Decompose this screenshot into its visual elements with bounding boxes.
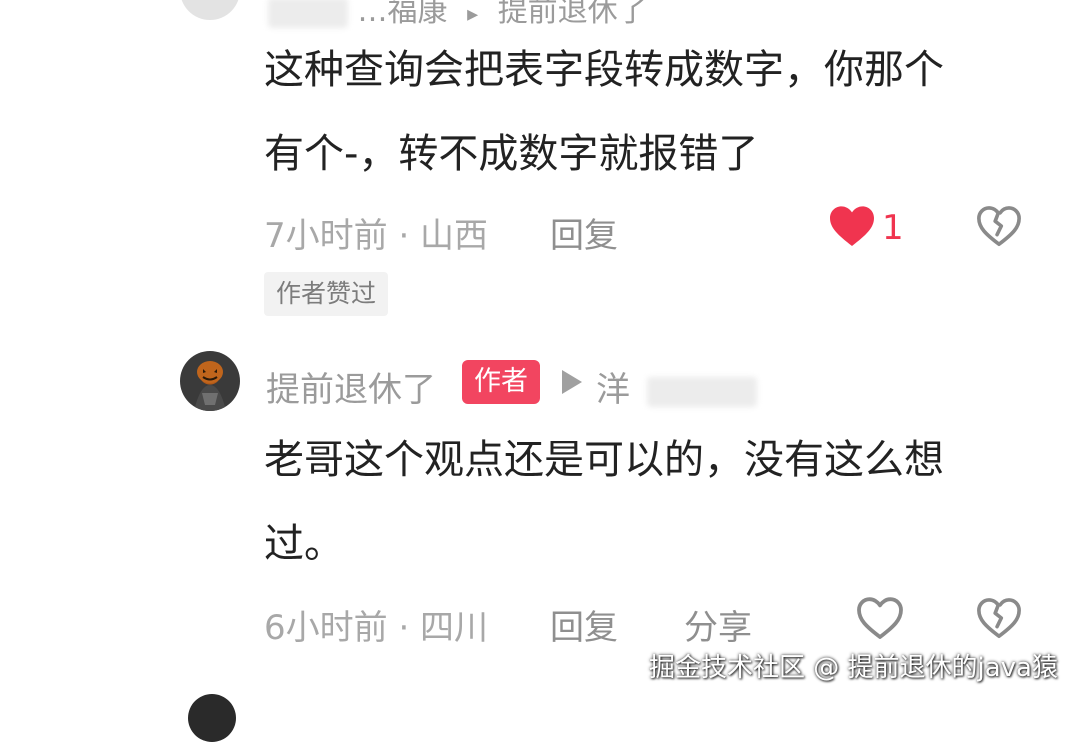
comment-text-line: 这种查询会把表字段转成数字，你那个: [264, 47, 944, 93]
heart-filled-icon: [830, 206, 874, 246]
broken-heart-icon: [977, 206, 1021, 247]
share-button[interactable]: 分享: [684, 600, 752, 649]
dislike-button[interactable]: [976, 596, 1022, 640]
comment-time-location: 7小时前 · 山西: [264, 216, 489, 256]
reply-arrow-icon: ▸: [467, 2, 479, 27]
author-avatar[interactable]: [180, 351, 240, 411]
comment-text-line: 有个-，转不成数字就报错了: [264, 131, 759, 177]
author-tag-badge: 作者: [462, 360, 540, 404]
commenter-avatar[interactable]: [180, 0, 240, 20]
reply-text-line: 老哥这个观点还是可以的，没有这么想: [264, 437, 944, 483]
broken-heart-icon: [977, 598, 1021, 639]
comment-body: 这种查询会把表字段转成数字，你那个 有个-，转不成数字就报错了: [264, 28, 1024, 196]
reply-button[interactable]: 回复: [550, 208, 618, 257]
username-blur: [646, 376, 757, 407]
username-blur: [268, 0, 348, 28]
reply-target-name[interactable]: 提前退休了: [498, 0, 648, 29]
reply-to-username-row: 洋: [596, 362, 757, 411]
author-username[interactable]: 提前退休了: [266, 362, 436, 411]
reply-button[interactable]: 回复: [550, 600, 618, 649]
comment-header: …福康 ▸ 提前退休了: [268, 0, 648, 30]
dislike-button[interactable]: [976, 204, 1022, 248]
next-commenter-avatar[interactable]: [188, 694, 236, 742]
reply-time-location: 6小时前 · 四川: [264, 608, 489, 648]
like-count: 1: [882, 208, 904, 248]
reply-to-username[interactable]: 洋: [596, 370, 630, 410]
like-button[interactable]: [856, 596, 904, 640]
play-triangle-icon: [560, 368, 584, 396]
heart-outline-icon: [857, 597, 903, 639]
commenter-username[interactable]: …福康: [358, 0, 448, 29]
author-liked-badge: 作者赞过: [264, 272, 389, 316]
like-button[interactable]: [828, 204, 876, 248]
reply-text-line: 过。: [264, 521, 344, 567]
pumpkin-avatar-icon: [194, 361, 226, 411]
watermark-text: 掘金技术社区 @ 提前退休的java猿: [648, 653, 1058, 683]
reply-body: 老哥这个观点还是可以的，没有这么想 过。: [264, 418, 1024, 586]
